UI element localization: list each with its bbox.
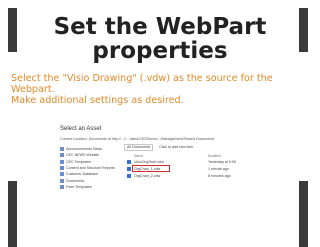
slide-title-line2: properties <box>92 38 228 64</box>
subtitle-line2: Webpart. <box>11 84 55 95</box>
file-modified: Yesterday at 9:06 <box>208 159 236 164</box>
visio-file-icon <box>127 166 131 171</box>
visio-file-icon <box>127 159 131 164</box>
file-name[interactable]: OrgChart_2.vdw <box>134 174 208 178</box>
column-header-modified[interactable]: Modified <box>208 154 254 158</box>
slide-subtitle: Select the "Visio Drawing" (.vdw) as the… <box>11 73 311 106</box>
nav-item-form-templates[interactable]: Form Templates <box>60 184 120 190</box>
nav-item-label: Customer Database <box>66 172 98 177</box>
asset-picker-screenshot: Select an Asset Current Location: Docume… <box>58 124 280 222</box>
slide-title-line1: Set the WebPart <box>53 14 267 40</box>
subtitle-line1: Select the "Visio Drawing" (.vdw) as the… <box>11 73 273 84</box>
list-icon <box>60 172 64 177</box>
list-icon <box>60 159 64 164</box>
file-row[interactable]: OrgChart_2.vdw 8 minutes ago <box>124 172 280 179</box>
current-location: Current Location: Documents at http://..… <box>60 137 215 141</box>
file-toolbar: All Documents Click to add new item <box>124 143 280 151</box>
file-pane: All Documents Click to add new item Name… <box>124 143 280 222</box>
selection-highlight <box>132 165 170 172</box>
nav-item-label: Documents <box>66 178 85 183</box>
subtitle-line3: Make additional settings as desired. <box>11 95 184 106</box>
nav-item-label: CEC Templates <box>66 159 91 164</box>
view-selector[interactable]: All Documents <box>124 143 154 151</box>
left-bracket-bottom <box>8 181 17 247</box>
library-icon <box>60 178 64 183</box>
list-icon <box>60 153 64 158</box>
slide-title: Set the WebPart properties <box>0 15 320 63</box>
dialog-title: Select an Asset <box>60 126 102 132</box>
nav-item-label: Form Templates <box>66 184 92 189</box>
visio-file-icon <box>127 173 131 178</box>
file-name[interactable]: VisioOrgChart.vdw <box>134 160 208 164</box>
file-modified: 8 minutes ago <box>208 173 231 178</box>
nav-item-label: CEC NEWS Website <box>66 153 100 158</box>
file-modified: 1 minute ago <box>208 166 229 171</box>
library-nav: Announcements News CEC NEWS Website CEC … <box>60 146 120 190</box>
library-icon <box>60 184 64 189</box>
file-row[interactable]: VisioOrgChart.vdw Yesterday at 9:06 <box>124 158 280 165</box>
add-item-link[interactable]: Click to add new item <box>158 145 194 149</box>
right-bracket-bottom <box>299 181 308 247</box>
list-icon <box>60 147 64 152</box>
column-header-name[interactable]: Name <box>134 154 208 158</box>
nav-item-label: Announcements News <box>66 147 102 152</box>
list-icon <box>60 166 64 171</box>
file-row-selected[interactable]: OrgChart_1.vdw 1 minute ago <box>124 165 280 172</box>
nav-item-label: Content and Structure Reports <box>66 166 115 171</box>
